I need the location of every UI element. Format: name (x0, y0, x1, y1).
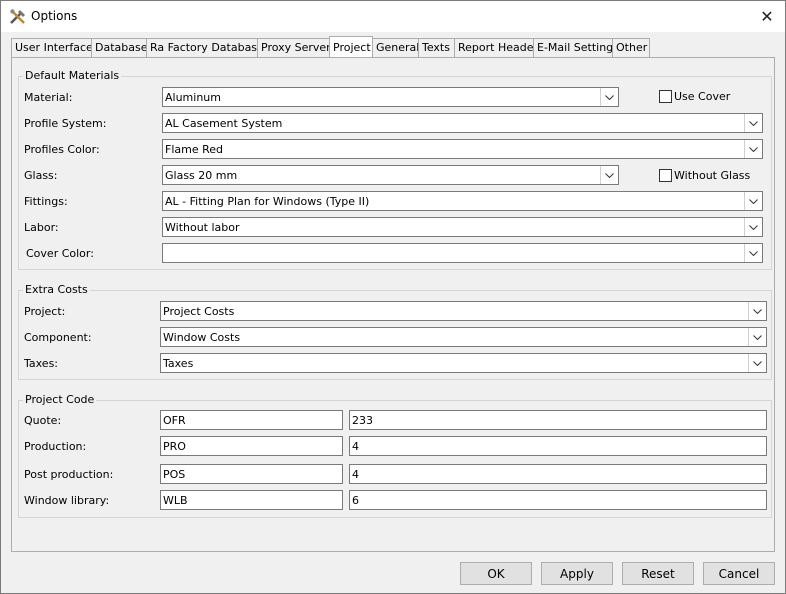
cover-color-label: Cover Color: (26, 247, 94, 260)
chevron-down-icon (744, 192, 762, 210)
extra-costs-title: Extra Costs (23, 283, 90, 296)
taxes-select[interactable]: Taxes (160, 353, 767, 373)
window-library-prefix-value: WLB (163, 494, 188, 507)
profile-system-select[interactable]: AL Casement System (162, 113, 763, 133)
quote-number-value: 233 (352, 414, 373, 427)
tab-other[interactable]: Other (612, 38, 650, 57)
post-production-prefix-value: POS (163, 468, 186, 481)
profile-system-value: AL Casement System (165, 117, 283, 130)
production-prefix-value: PRO (163, 440, 186, 453)
chevron-down-icon (600, 166, 618, 184)
labor-value: Without labor (165, 221, 240, 234)
title-bar[interactable]: Options ✕ (1, 1, 785, 32)
material-value: Aluminum (165, 91, 221, 104)
options-window: Options ✕ User Interface Database Ra Fac… (0, 0, 786, 594)
window-library-prefix-input[interactable]: WLB (160, 490, 343, 510)
labor-select[interactable]: Without labor (162, 217, 763, 237)
glass-select[interactable]: Glass 20 mm (162, 165, 619, 185)
use-cover-label: Use Cover (674, 90, 731, 103)
profiles-color-select[interactable]: Flame Red (162, 139, 763, 159)
project-costs-value: Project Costs (163, 305, 235, 318)
chevron-down-icon (748, 328, 766, 346)
project-costs-label: Project: (24, 305, 66, 318)
project-tab-panel: Default Materials Material: Aluminum Use… (11, 57, 775, 552)
fittings-value: AL - Fitting Plan for Windows (Type II) (165, 195, 370, 208)
apply-button[interactable]: Apply (541, 562, 613, 585)
material-label: Material: (24, 91, 73, 104)
close-icon: ✕ (760, 7, 774, 26)
taxes-label: Taxes: (24, 357, 59, 370)
fittings-select[interactable]: AL - Fitting Plan for Windows (Type II) (162, 191, 763, 211)
without-glass-label: Without Glass (674, 169, 751, 182)
project-code-title: Project Code (23, 393, 97, 406)
tools-icon (10, 9, 25, 24)
chevron-down-icon (600, 88, 618, 106)
glass-label: Glass: (24, 169, 58, 182)
tab-report-header[interactable]: Report Header (454, 38, 538, 57)
tab-texts[interactable]: Texts (418, 38, 455, 57)
quote-prefix-value: OFR (163, 414, 186, 427)
tab-general[interactable]: General (372, 38, 419, 57)
window-library-label: Window library: (24, 494, 110, 507)
tab-ra-factory-database[interactable]: Ra Factory Database (146, 38, 264, 57)
post-production-label: Post production: (24, 468, 114, 481)
production-number-value: 4 (352, 440, 359, 453)
post-production-prefix-input[interactable]: POS (160, 464, 343, 484)
post-production-number-value: 4 (352, 468, 359, 481)
taxes-value: Taxes (163, 357, 194, 370)
labor-label: Labor: (24, 221, 59, 234)
component-costs-value: Window Costs (163, 331, 241, 344)
ok-button[interactable]: OK (460, 562, 532, 585)
quote-label: Quote: (24, 414, 62, 427)
tab-database[interactable]: Database (91, 38, 148, 57)
glass-value: Glass 20 mm (165, 169, 238, 182)
fittings-label: Fittings: (24, 195, 68, 208)
tab-proxy-server[interactable]: Proxy Server (257, 38, 331, 57)
post-production-number-input[interactable]: 4 (349, 464, 767, 484)
chevron-down-icon (744, 218, 762, 236)
use-cover-checkbox[interactable] (659, 90, 672, 103)
component-costs-select[interactable]: Window Costs (160, 327, 767, 347)
window-library-number-value: 6 (352, 494, 359, 507)
chevron-down-icon (744, 114, 762, 132)
window-library-number-input[interactable]: 6 (349, 490, 767, 510)
profile-system-label: Profile System: (24, 117, 107, 130)
chevron-down-icon (748, 354, 766, 372)
tab-project[interactable]: Project (329, 36, 373, 57)
profiles-color-value: Flame Red (165, 143, 224, 156)
production-prefix-input[interactable]: PRO (160, 436, 343, 456)
without-glass-checkbox[interactable] (659, 169, 672, 182)
close-button[interactable]: ✕ (749, 1, 785, 32)
production-number-input[interactable]: 4 (349, 436, 767, 456)
default-materials-title: Default Materials (23, 69, 122, 82)
cover-color-select[interactable] (162, 243, 763, 263)
reset-button[interactable]: Reset (622, 562, 694, 585)
component-costs-label: Component: (24, 331, 92, 344)
chevron-down-icon (744, 244, 762, 262)
cancel-button[interactable]: Cancel (703, 562, 775, 585)
chevron-down-icon (748, 302, 766, 320)
production-label: Production: (24, 440, 87, 453)
tab-user-interface[interactable]: User Interface (11, 38, 93, 57)
project-costs-select[interactable]: Project Costs (160, 301, 767, 321)
window-title: Options (31, 9, 78, 23)
quote-number-input[interactable]: 233 (349, 410, 767, 430)
profiles-color-label: Profiles Color: (24, 143, 100, 156)
material-select[interactable]: Aluminum (162, 87, 619, 107)
quote-prefix-input[interactable]: OFR (160, 410, 343, 430)
chevron-down-icon (744, 140, 762, 158)
tab-email-settings[interactable]: E-Mail Settings (533, 38, 619, 57)
